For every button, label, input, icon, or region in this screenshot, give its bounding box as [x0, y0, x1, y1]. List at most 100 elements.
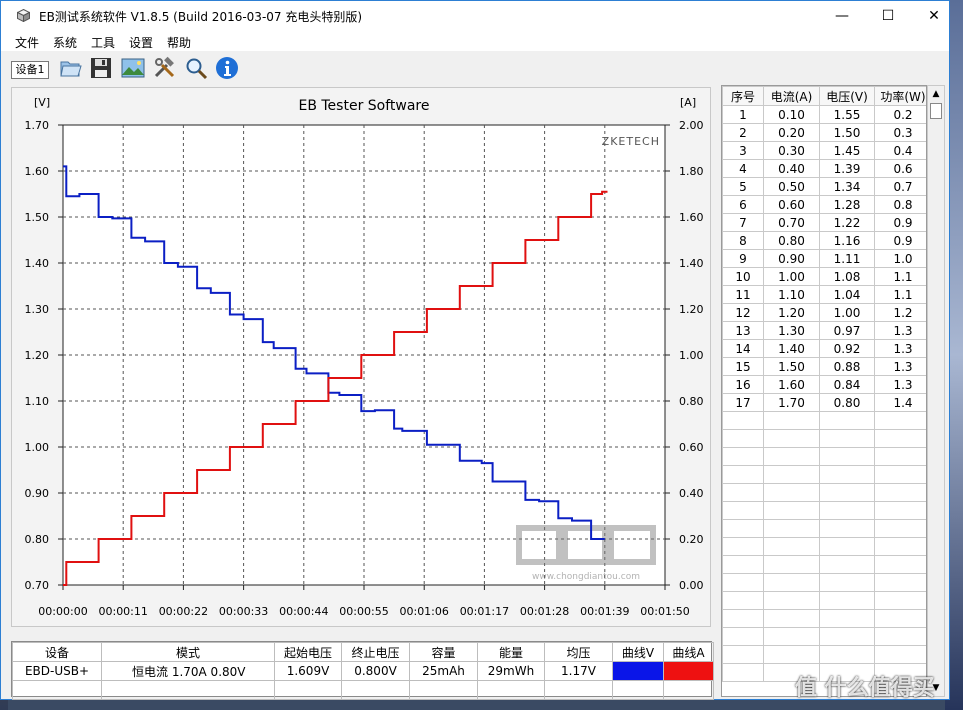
- empty-table-row: [722, 501, 926, 520]
- menu-tools[interactable]: 工具: [91, 34, 115, 51]
- minimize-button[interactable]: —: [819, 1, 865, 31]
- empty-table-row: [722, 519, 926, 538]
- info-icon[interactable]: [215, 56, 239, 80]
- menu-system[interactable]: 系统: [53, 34, 77, 51]
- col-current-header[interactable]: 电流(A): [763, 86, 820, 106]
- col-power-header[interactable]: 功率(W): [874, 86, 926, 106]
- row-index: 4: [722, 159, 764, 178]
- summary-header-avg-voltage: 均压: [544, 642, 613, 662]
- menu-help[interactable]: 帮助: [167, 34, 191, 51]
- empty-cell: [722, 411, 764, 430]
- x-tick-label: 00:00:33: [219, 605, 268, 618]
- tools-icon[interactable]: [153, 56, 177, 80]
- magnifier-icon[interactable]: [184, 56, 208, 80]
- summary-row[interactable]: EBD-USB+ 恒电流 1.70A 0.80V 1.609V 0.800V 2…: [12, 661, 714, 681]
- row-voltage: 1.39: [819, 159, 875, 178]
- empty-cell: [819, 591, 875, 610]
- row-voltage: 0.80: [819, 393, 875, 412]
- menu-file[interactable]: 文件: [15, 34, 39, 51]
- x-tick-label: 00:01:06: [399, 605, 448, 618]
- empty-cell: [874, 483, 926, 502]
- empty-cell: [763, 627, 820, 646]
- empty-table-row: [722, 555, 926, 574]
- summary-header-curve-a: 曲线A: [663, 642, 714, 662]
- summary-header-mode: 模式: [101, 642, 275, 662]
- empty-table-row: [722, 645, 926, 664]
- empty-cell: [819, 483, 875, 502]
- empty-cell: [874, 537, 926, 556]
- table-row[interactable]: 3 0.30 1.45 0.4: [722, 141, 926, 160]
- toolbar: 设备1: [1, 53, 949, 83]
- empty-cell: [722, 555, 764, 574]
- table-row[interactable]: 11 1.10 1.04 1.1: [722, 285, 926, 304]
- row-power: 1.0: [874, 249, 926, 268]
- summary-device: EBD-USB+: [12, 661, 102, 681]
- table-row[interactable]: 1 0.10 1.55 0.2: [722, 105, 926, 124]
- empty-cell: [819, 627, 875, 646]
- empty-cell: [874, 609, 926, 628]
- table-row[interactable]: 2 0.20 1.50 0.3: [722, 123, 926, 142]
- empty-cell: [763, 573, 820, 592]
- empty-cell: [874, 645, 926, 664]
- table-row[interactable]: 8 0.80 1.16 0.9: [722, 231, 926, 250]
- row-current: 0.60: [763, 195, 820, 214]
- empty-cell: [722, 483, 764, 502]
- row-voltage: 0.88: [819, 357, 875, 376]
- table-row[interactable]: 7 0.70 1.22 0.9: [722, 213, 926, 232]
- landscape-image-icon[interactable]: [121, 56, 145, 80]
- row-index: 5: [722, 177, 764, 196]
- summary-end-voltage: 0.800V: [341, 661, 410, 681]
- table-row[interactable]: 5 0.50 1.34 0.7: [722, 177, 926, 196]
- empty-cell: [874, 429, 926, 448]
- row-current: 1.10: [763, 285, 820, 304]
- table-row[interactable]: 14 1.40 0.92 1.3: [722, 339, 926, 358]
- curve-v-color-swatch[interactable]: [612, 661, 664, 681]
- table-row[interactable]: 10 1.00 1.08 1.1: [722, 267, 926, 286]
- empty-cell: [722, 429, 764, 448]
- row-power: 0.8: [874, 195, 926, 214]
- row-power: 0.9: [874, 213, 926, 232]
- col-index-header[interactable]: 序号: [722, 86, 764, 106]
- row-index: 3: [722, 141, 764, 160]
- row-power: 1.3: [874, 357, 926, 376]
- maximize-button[interactable]: ☐: [865, 1, 911, 31]
- x-tick-label: 00:01:17: [460, 605, 509, 618]
- table-scrollbar[interactable]: ▲ ▼: [927, 85, 945, 697]
- row-voltage: 1.34: [819, 177, 875, 196]
- menu-settings[interactable]: 设置: [129, 34, 153, 51]
- device-tab[interactable]: 设备1: [11, 61, 49, 79]
- table-row[interactable]: 4 0.40 1.39 0.6: [722, 159, 926, 178]
- table-row[interactable]: 15 1.50 0.88 1.3: [722, 357, 926, 376]
- table-row[interactable]: 12 1.20 1.00 1.2: [722, 303, 926, 322]
- y-tick-label: 1.40: [25, 257, 50, 270]
- empty-cell: [722, 645, 764, 664]
- row-voltage: 1.55: [819, 105, 875, 124]
- folder-open-icon[interactable]: [59, 56, 83, 80]
- close-button[interactable]: ✕: [911, 1, 957, 31]
- table-row[interactable]: 16 1.60 0.84 1.3: [722, 375, 926, 394]
- col-voltage-header[interactable]: 电压(V): [819, 86, 875, 106]
- summary-header-capacity: 容量: [409, 642, 478, 662]
- row-current: 0.50: [763, 177, 820, 196]
- table-row[interactable]: 17 1.70 0.80 1.4: [722, 393, 926, 412]
- curve-a-color-swatch[interactable]: [663, 661, 714, 681]
- empty-cell: [722, 501, 764, 520]
- y-tick-label: 1.00: [25, 441, 50, 454]
- empty-cell: [722, 573, 764, 592]
- row-index: 12: [722, 303, 764, 322]
- x-tick-label: 00:01:28: [520, 605, 569, 618]
- table-row[interactable]: 6 0.60 1.28 0.8: [722, 195, 926, 214]
- y-tick-label: 0.90: [25, 487, 50, 500]
- row-power: 1.3: [874, 321, 926, 340]
- empty-table-row: [722, 591, 926, 610]
- empty-cell: [874, 519, 926, 538]
- table-header-row: 序号 电流(A) 电压(V) 功率(W): [722, 86, 926, 106]
- save-disk-icon[interactable]: [89, 56, 113, 80]
- summary-start-voltage: 1.609V: [274, 661, 342, 681]
- scroll-thumb[interactable]: [930, 103, 942, 119]
- table-row[interactable]: 13 1.30 0.97 1.3: [722, 321, 926, 340]
- x-tick-label: 00:00:55: [339, 605, 388, 618]
- table-row[interactable]: 9 0.90 1.11 1.0: [722, 249, 926, 268]
- scroll-up-button[interactable]: ▲: [928, 86, 944, 102]
- empty-table-row: [722, 429, 926, 448]
